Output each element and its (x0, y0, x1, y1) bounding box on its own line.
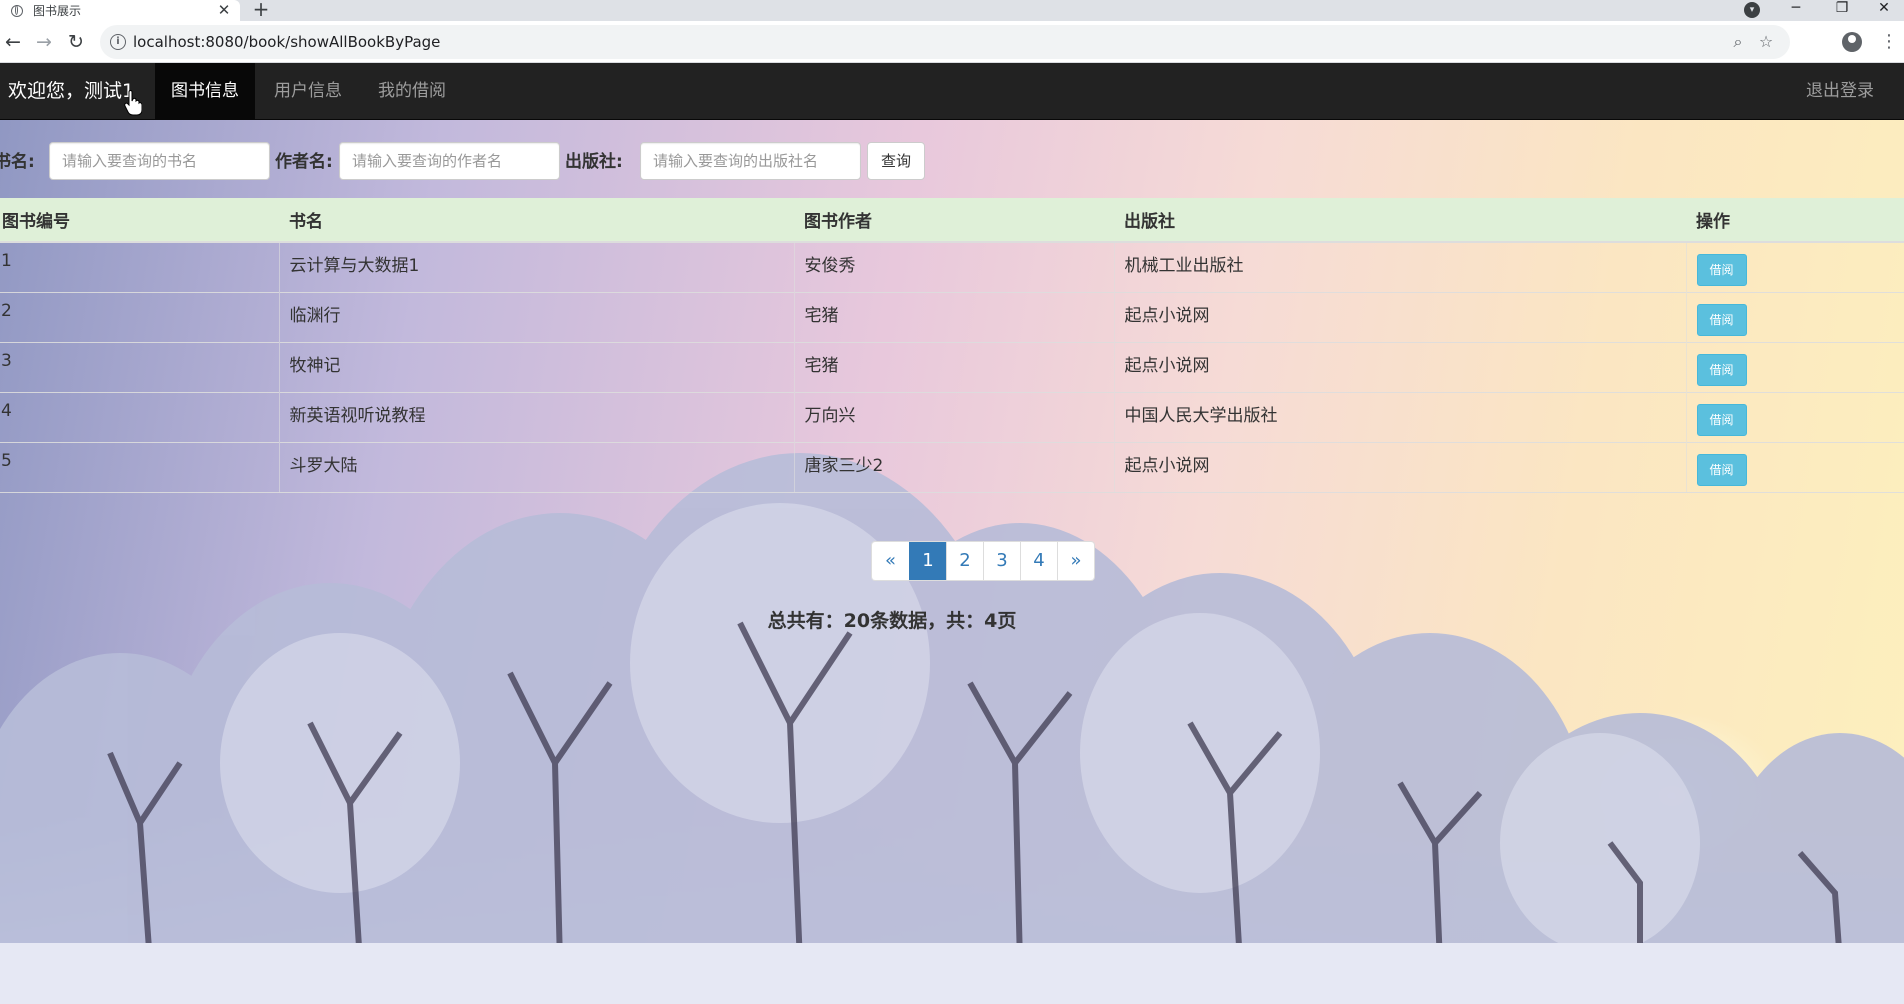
cell-book-author: 万向兴 (793, 391, 1114, 442)
borrow-button[interactable]: 借阅 (1696, 254, 1747, 286)
cell-book-title: 牧神记 (278, 341, 794, 392)
cell-publisher: 中国人民大学出版社 (1113, 391, 1686, 442)
cell-book-title: 云计算与大数据1 (278, 241, 794, 292)
address-bar[interactable]: i localhost:8080/book/showAllBookByPage … (100, 25, 1790, 59)
header-action: 操作 (1686, 198, 1904, 243)
pagination-next[interactable]: » (1057, 542, 1094, 580)
logout-link[interactable]: 退出登录 (1790, 63, 1890, 119)
cell-book-id: 4 (0, 391, 279, 442)
cell-action: 借阅 (1685, 241, 1904, 292)
table-row: 3 牧神记 宅猪 起点小说网 借阅 (0, 341, 1904, 392)
table-row: 1 云计算与大数据1 安俊秀 机械工业出版社 借阅 (0, 241, 1904, 292)
close-window-button[interactable]: ✕ (1864, 0, 1904, 21)
cell-book-id: 3 (0, 341, 279, 392)
borrow-button[interactable]: 借阅 (1696, 353, 1747, 386)
pagination-page-3[interactable]: 3 (983, 542, 1020, 580)
cell-action: 借阅 (1685, 341, 1904, 392)
cell-action: 借阅 (1685, 441, 1904, 493)
title-search-input[interactable] (49, 142, 270, 180)
cell-publisher: 起点小说网 (1113, 341, 1686, 392)
tab-title: 图书展示 (33, 4, 82, 18)
book-table: 图书编号 书名 图书作者 出版社 操作 1 云计算与大数据1 安俊秀 机械工业出… (0, 198, 1904, 493)
reload-icon[interactable]: ↻ (63, 29, 89, 55)
cell-book-author: 宅猪 (793, 291, 1114, 342)
header-publisher: 出版社 (1114, 198, 1686, 243)
back-arrow-icon[interactable]: ← (0, 29, 26, 55)
publisher-search-input[interactable] (640, 142, 861, 180)
cell-book-author: 宅猪 (793, 341, 1114, 392)
pagination-page-4[interactable]: 4 (1020, 542, 1057, 580)
browser-toolbar: ← → ↻ i localhost:8080/book/showAllBookB… (0, 21, 1904, 63)
restore-button[interactable]: ❐ (1822, 0, 1862, 21)
author-search-input[interactable] (339, 142, 560, 180)
bookmark-star-icon[interactable]: ☆ (1754, 30, 1778, 54)
cell-action: 借阅 (1685, 391, 1904, 442)
title-search-label: 书名: (0, 152, 35, 172)
table-header-row: 图书编号 书名 图书作者 出版社 操作 (0, 198, 1904, 243)
nav-book-info[interactable]: 图书信息 (155, 63, 255, 119)
browser-tabstrip: 图书展示 ✕ + ▾ ─ ❐ ✕ (0, 0, 1904, 21)
globe-icon (11, 4, 23, 17)
forward-arrow-icon[interactable]: → (31, 29, 57, 55)
cell-book-title: 临渊行 (278, 291, 794, 342)
cell-publisher: 起点小说网 (1113, 441, 1686, 493)
new-tab-button[interactable]: + (250, 0, 272, 21)
borrow-button[interactable]: 借阅 (1696, 453, 1747, 486)
nav-my-borrows[interactable]: 我的借阅 (362, 63, 462, 119)
author-search-label: 作者名: (275, 152, 333, 172)
cell-book-title: 新英语视听说教程 (278, 391, 794, 442)
site-info-icon[interactable]: i (110, 34, 126, 50)
borrow-button[interactable]: 借阅 (1696, 303, 1747, 336)
table-row: 4 新英语视听说教程 万向兴 中国人民大学出版社 借阅 (0, 391, 1904, 442)
top-navbar: 欢迎您，测试1 图书信息 用户信息 我的借阅 退出登录 (0, 63, 1904, 120)
table-row: 2 临渊行 宅猪 起点小说网 借阅 (0, 291, 1904, 342)
minimize-button[interactable]: ─ (1776, 0, 1816, 21)
cell-book-id: 2 (0, 291, 279, 342)
url-text[interactable]: localhost:8080/book/showAllBookByPage (133, 25, 440, 59)
header-book-title: 书名 (279, 198, 794, 243)
nav-user-info[interactable]: 用户信息 (258, 63, 358, 119)
tab-close-icon[interactable]: ✕ (214, 0, 234, 21)
cell-book-title: 斗罗大陆 (278, 441, 794, 493)
hand-cursor-icon (124, 90, 142, 116)
search-button[interactable]: 查询 (867, 142, 925, 180)
welcome-brand[interactable]: 欢迎您，测试1 (8, 63, 134, 120)
pagination-page-2[interactable]: 2 (946, 542, 983, 580)
browser-menu-icon[interactable]: ⋮ (1880, 30, 1898, 54)
tab-search-icon[interactable]: ▾ (1744, 2, 1760, 18)
borrow-button[interactable]: 借阅 (1696, 403, 1747, 436)
cell-publisher: 机械工业出版社 (1113, 241, 1686, 292)
cell-book-author: 安俊秀 (793, 241, 1114, 292)
header-book-author: 图书作者 (794, 198, 1114, 243)
cell-publisher: 起点小说网 (1113, 291, 1686, 342)
cell-book-id: 5 (0, 441, 279, 493)
cell-book-author: 唐家三少2 (793, 441, 1114, 493)
pagination-prev[interactable]: « (872, 542, 909, 580)
cell-action: 借阅 (1685, 291, 1904, 342)
page-viewport: 欢迎您，测试1 图书信息 用户信息 我的借阅 退出登录 书名: 作者名: 出版社… (0, 63, 1904, 1004)
browser-tab[interactable]: 图书展示 ✕ (0, 0, 240, 21)
table-row: 5 斗罗大陆 唐家三少2 起点小说网 借阅 (0, 441, 1904, 493)
cell-book-id: 1 (0, 241, 279, 292)
total-summary: 总共有：20条数据，共：4页 (767, 610, 1017, 632)
publisher-search-label: 出版社: (565, 152, 623, 172)
zoom-icon[interactable]: ⌕ (1726, 30, 1750, 54)
header-book-id: 图书编号 (0, 198, 279, 243)
pagination: « 1 2 3 4 » (871, 541, 1095, 581)
profile-avatar-icon[interactable] (1842, 32, 1862, 52)
pagination-page-1[interactable]: 1 (909, 542, 946, 580)
